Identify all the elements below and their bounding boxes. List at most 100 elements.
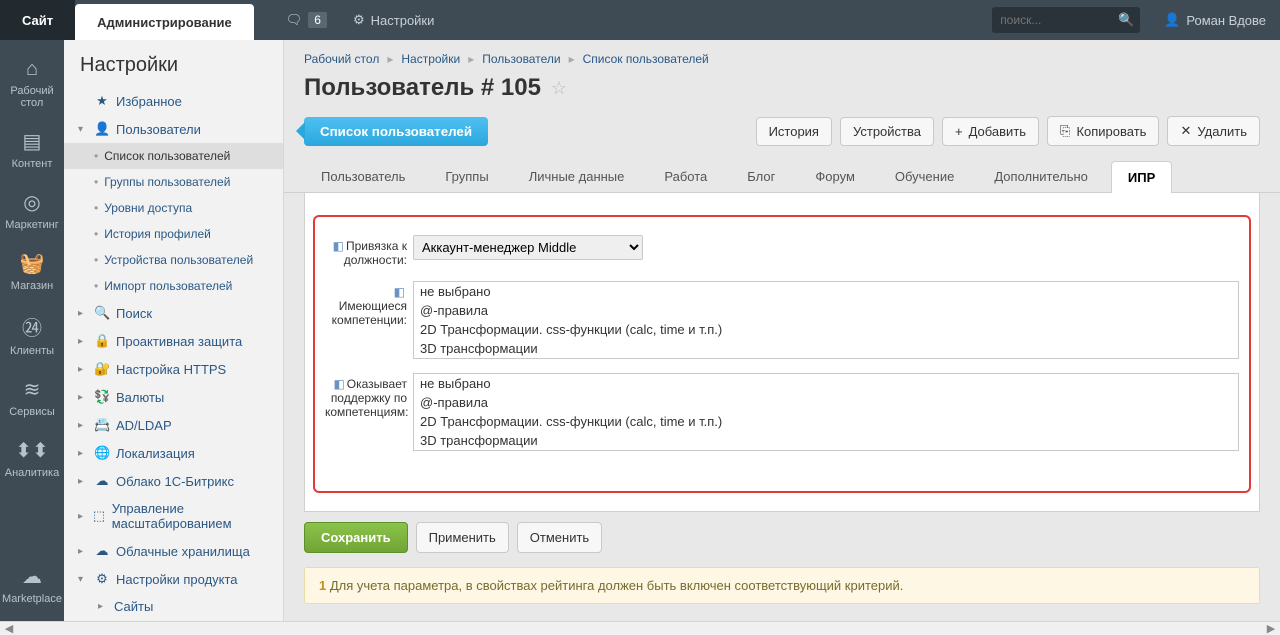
page-title-row: Пользователь # 105 ☆ [284, 70, 1280, 116]
leftbar-label: Marketplace [2, 593, 62, 605]
list-option[interactable]: @-правила [414, 393, 1238, 412]
tree-label: Настройки продукта [116, 572, 238, 587]
save-button[interactable]: Сохранить [304, 522, 408, 553]
leftbar-item[interactable]: ◎Маркетинг [0, 180, 64, 241]
tab[interactable]: Пользователь [304, 160, 422, 192]
position-select[interactable]: Аккаунт-менеджер Middle [413, 235, 643, 260]
expand-arrow-icon: ▸ [78, 392, 88, 403]
tree-item[interactable]: •Список пользователей [64, 143, 283, 169]
search-icon[interactable]: 🔍 [1112, 12, 1140, 28]
favorite-star-icon[interactable]: ☆ [551, 78, 567, 99]
add-button[interactable]: +Добавить [942, 117, 1039, 146]
list-option[interactable]: 2D Трансформации. css-функции (calc, tim… [414, 320, 1238, 339]
tree-item[interactable]: •История профилей [64, 221, 283, 247]
list-option[interactable]: 2D Трансформации. css-функции (calc, tim… [414, 412, 1238, 431]
expand-arrow-icon: ▾ [78, 124, 88, 135]
scroll-left-icon[interactable]: ◀ [0, 622, 18, 635]
breadcrumb-sep-icon: ▸ [468, 52, 474, 66]
topbar-settings[interactable]: ⚙ Настройки [339, 0, 448, 40]
tree-label: Облако 1С-Битрикс [116, 474, 234, 489]
leftbar-item[interactable]: ≋Сервисы [0, 367, 64, 428]
leftbar-item[interactable]: 🧺Магазин [0, 241, 64, 302]
tree-label: Группы пользователей [104, 175, 230, 189]
breadcrumb-item[interactable]: Список пользователей [583, 52, 709, 66]
list-option[interactable]: 3D трансформации [414, 339, 1238, 358]
tree-label: Локализация [116, 446, 195, 461]
tree-item[interactable]: ▸💱Валюты [64, 383, 283, 411]
expand-arrow-icon: ▸ [78, 546, 88, 557]
breadcrumb-item[interactable]: Рабочий стол [304, 52, 379, 66]
tab[interactable]: Блог [730, 160, 792, 192]
tree-label: Сайты [114, 599, 153, 614]
bullet-icon: • [94, 253, 98, 267]
list-option[interactable]: не выбрано [414, 374, 1238, 393]
info-icon[interactable]: ◧ [331, 377, 345, 391]
tree-item[interactable]: ▾⚙Настройки продукта [64, 565, 283, 593]
search-input[interactable] [992, 13, 1112, 27]
tree-item[interactable]: ▸🔒Проактивная защита [64, 327, 283, 355]
tree-label: Настройка HTTPS [116, 362, 226, 377]
user-list-button[interactable]: Список пользователей [304, 117, 488, 146]
breadcrumb-item[interactable]: Пользователи [482, 52, 560, 66]
tree-item[interactable]: ▸Сайты [64, 593, 283, 620]
tab[interactable]: Обучение [878, 160, 971, 192]
tree-item[interactable]: •Импорт пользователей [64, 273, 283, 299]
tree-item[interactable]: ▾👤Пользователи [64, 115, 283, 143]
tab[interactable]: Работа [647, 160, 724, 192]
bullet-icon: • [94, 149, 98, 163]
tree-item[interactable]: •Уровни доступа [64, 195, 283, 221]
tree-label: AD/LDAP [116, 418, 172, 433]
expand-arrow-icon: ▸ [78, 511, 86, 522]
leftbar-label: Контент [12, 158, 53, 170]
info-icon[interactable]: ◧ [330, 239, 344, 253]
tree-item[interactable]: ▸🔍Поиск [64, 299, 283, 327]
tab[interactable]: Дополнительно [977, 160, 1105, 192]
tree-item[interactable]: ▸☁Облако 1С-Битрикс [64, 467, 283, 495]
list-option[interactable]: 3D трансформации [414, 431, 1238, 450]
competencies-listbox[interactable]: не выбрано@-правила2D Трансформации. css… [413, 281, 1239, 359]
tree-item[interactable]: ▸🌐Локализация [64, 439, 283, 467]
leftbar-icon: ≋ [0, 377, 64, 402]
list-option[interactable]: не выбрано [414, 282, 1238, 301]
plus-icon: + [955, 124, 963, 139]
admin-tab[interactable]: Администрирование [75, 4, 254, 40]
tab[interactable]: Группы [428, 160, 505, 192]
horizontal-scrollbar[interactable]: ◀ ▶ [0, 621, 1280, 635]
tree-item[interactable]: •Устройства пользователей [64, 247, 283, 273]
copy-button[interactable]: ⎘Копировать [1047, 116, 1159, 146]
user-menu[interactable]: 👤 Роман Вдове [1150, 0, 1280, 40]
tree-item[interactable]: •Группы пользователей [64, 169, 283, 195]
leftbar-item[interactable]: ▤Контент [0, 119, 64, 180]
notifications[interactable]: 🗨 6 [274, 0, 339, 40]
tree-item[interactable]: ▸📇AD/LDAP [64, 411, 283, 439]
leftbar-item[interactable]: ☁ Marketplace [0, 554, 64, 615]
cancel-button[interactable]: Отменить [517, 522, 602, 553]
leftbar-item[interactable]: ⬍⬍Аналитика [0, 428, 64, 489]
tree-item[interactable]: ▸⬚Управление масштабированием [64, 495, 283, 537]
delete-button[interactable]: ✕Удалить [1167, 116, 1260, 146]
apply-button[interactable]: Применить [416, 522, 509, 553]
tab[interactable]: Форум [798, 160, 872, 192]
scroll-right-icon[interactable]: ▶ [1262, 622, 1280, 635]
devices-button[interactable]: Устройства [840, 117, 934, 146]
row-position: ◧Привязка к должности: Аккаунт-менеджер … [325, 235, 1239, 267]
breadcrumb-item[interactable]: Настройки [401, 52, 460, 66]
expand-arrow-icon: ▾ [78, 574, 88, 585]
info-icon[interactable]: ◧ [391, 285, 405, 299]
expand-arrow-icon: ▸ [78, 476, 88, 487]
tab[interactable]: Личные данные [512, 160, 642, 192]
tree-item[interactable]: ▸🔐Настройка HTTPS [64, 355, 283, 383]
support-listbox[interactable]: не выбрано@-правила2D Трансформации. css… [413, 373, 1239, 451]
tab[interactable]: ИПР [1111, 161, 1172, 193]
leftbar-item[interactable]: ⌂Рабочий стол [0, 48, 64, 119]
side-panel: Настройки ★Избранное▾👤Пользователи•Списо… [64, 40, 284, 621]
history-button[interactable]: История [756, 117, 832, 146]
tree-item[interactable]: ★Избранное [64, 87, 283, 115]
leftbar-icon: ☁ [0, 564, 64, 589]
position-label: Привязка к должности: [344, 239, 407, 267]
leftbar-item[interactable]: ㉔Клиенты [0, 302, 64, 367]
tree-item[interactable]: ▸☁Облачные хранилища [64, 537, 283, 565]
site-tab[interactable]: Сайт [0, 0, 75, 40]
tree-icon: 👤 [94, 121, 110, 137]
list-option[interactable]: @-правила [414, 301, 1238, 320]
